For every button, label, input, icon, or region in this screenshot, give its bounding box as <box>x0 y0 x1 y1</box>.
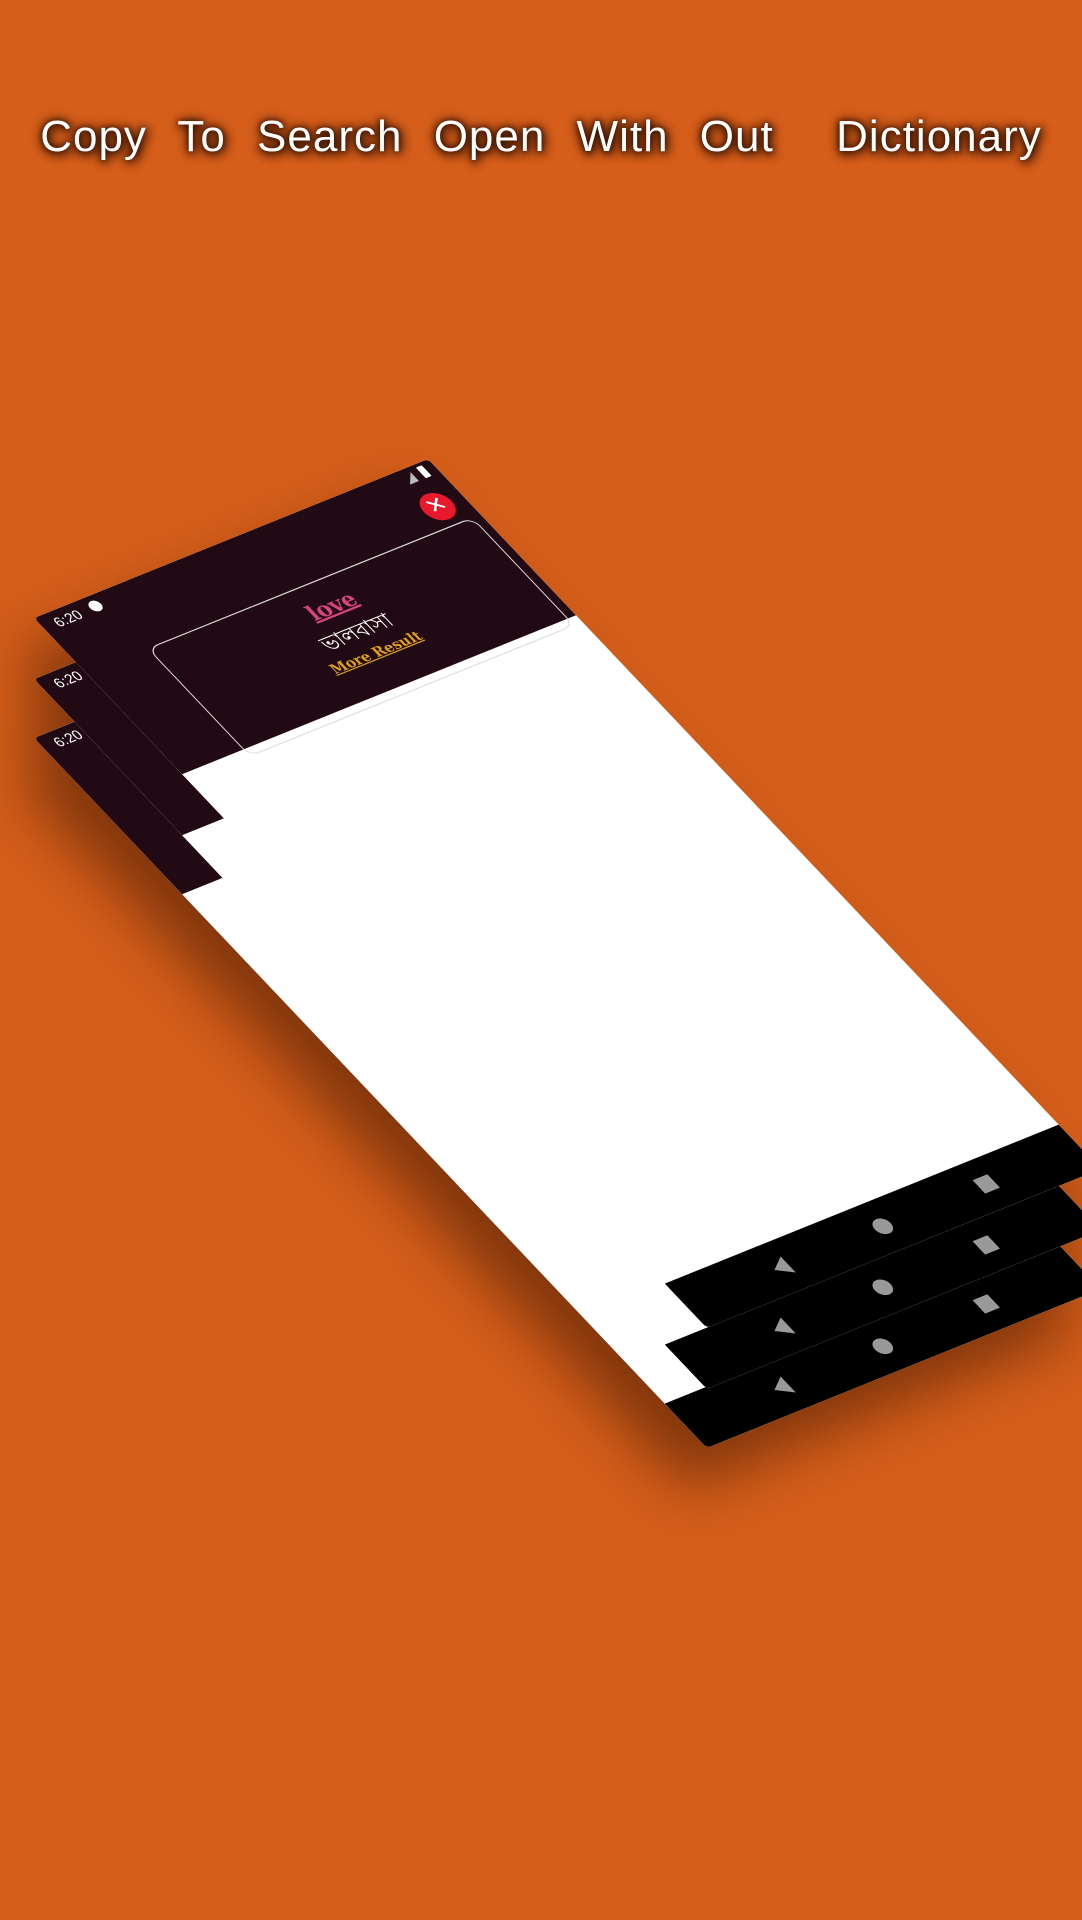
back-icon[interactable] <box>766 1317 796 1340</box>
status-time: 6:20 <box>49 606 87 631</box>
notification-dot-icon <box>85 598 106 614</box>
battery-icon <box>415 465 432 479</box>
status-time: 6:20 <box>49 667 87 692</box>
signal-icon <box>401 472 419 485</box>
back-icon[interactable] <box>766 1376 796 1399</box>
home-icon[interactable] <box>868 1336 898 1357</box>
phone-mockup-stack: 6:20 6:20 6:20 ✕ love ভালবাসা More Resul… <box>0 0 1082 1920</box>
recents-icon[interactable] <box>972 1294 1000 1314</box>
close-button[interactable]: ✕ <box>412 488 464 525</box>
recents-icon[interactable] <box>972 1235 1000 1255</box>
recents-icon[interactable] <box>972 1174 1000 1194</box>
home-icon[interactable] <box>868 1216 898 1237</box>
home-icon[interactable] <box>868 1277 898 1298</box>
back-icon[interactable] <box>766 1256 796 1279</box>
status-time: 6:20 <box>49 726 87 751</box>
